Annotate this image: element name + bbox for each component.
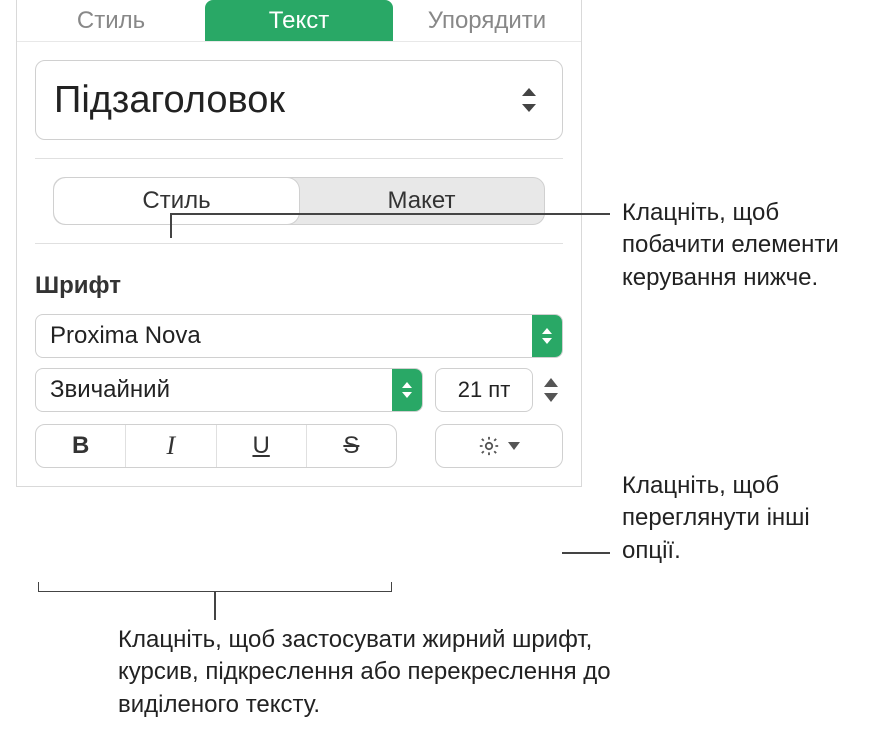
updown-chevron-icon [518, 86, 540, 114]
callout-style-tab: Клацніть, щоб побачити елементи керуванн… [622, 197, 882, 294]
subtab-layout[interactable]: Макет [299, 178, 544, 224]
callout-gear: Клацніть, щоб переглянути інші опції. [622, 470, 872, 567]
paragraph-style-label: Підзаголовок [54, 79, 285, 122]
callout-line [562, 552, 610, 554]
tab-arrange[interactable]: Упорядити [393, 0, 581, 41]
divider [35, 243, 563, 244]
tab-text[interactable]: Текст [205, 0, 393, 41]
popup-arrows-icon [532, 315, 562, 357]
format-inspector-panel: Стиль Текст Упорядити Підзаголовок Стиль… [16, 0, 582, 487]
top-tabs: Стиль Текст Упорядити [17, 0, 581, 42]
font-family-select[interactable]: Proxima Nova [35, 314, 563, 358]
underline-button[interactable]: U [217, 425, 307, 467]
popup-arrows-icon [392, 369, 422, 411]
font-size-field[interactable]: 21 пт [435, 368, 533, 412]
callout-line [170, 213, 172, 238]
sub-tabs: Стиль Макет [53, 177, 545, 225]
text-style-group: B I U S [35, 424, 397, 468]
typeface-value: Звичайний [50, 376, 170, 404]
callout-bracket [38, 582, 392, 592]
font-section-label: Шрифт [35, 272, 563, 300]
callout-style-group: Клацніть, щоб застосувати жирний шрифт, … [118, 624, 628, 721]
style-button-row: B I U S [35, 424, 563, 468]
size-step-up[interactable] [544, 378, 558, 387]
paragraph-style-select[interactable]: Підзаголовок [35, 60, 563, 140]
bold-button[interactable]: B [36, 425, 126, 467]
font-family-value: Proxima Nova [50, 322, 201, 350]
callout-line [214, 592, 216, 620]
gear-icon [478, 435, 500, 457]
tab-style[interactable]: Стиль [17, 0, 205, 41]
italic-button[interactable]: I [126, 425, 216, 467]
underline-icon: U [252, 432, 269, 460]
typeface-select[interactable]: Звичайний [35, 368, 423, 412]
divider [35, 158, 563, 159]
callout-line [170, 213, 610, 215]
font-row-2: Звичайний 21 пт [35, 368, 563, 412]
advanced-options-button[interactable] [435, 424, 563, 468]
size-step-down[interactable] [544, 393, 558, 402]
italic-icon: I [167, 431, 176, 461]
font-size-control: 21 пт [435, 368, 563, 412]
strikethrough-icon: S [343, 432, 359, 460]
font-size-stepper [539, 368, 563, 412]
chevron-down-icon [508, 442, 520, 450]
subtab-style[interactable]: Стиль [54, 178, 299, 224]
bold-icon: B [72, 432, 89, 460]
strikethrough-button[interactable]: S [307, 425, 396, 467]
